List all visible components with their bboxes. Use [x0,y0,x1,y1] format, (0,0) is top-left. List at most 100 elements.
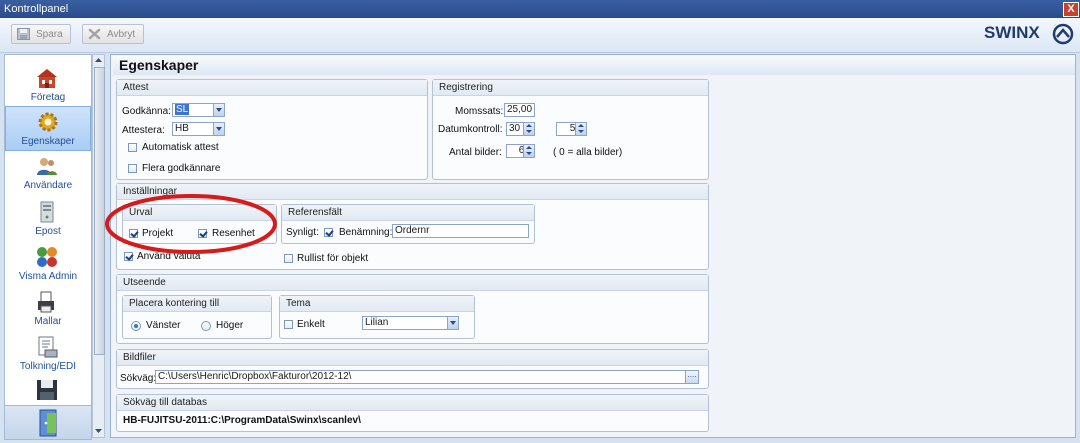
sidebar-item-save-db[interactable] [5,375,91,400]
sokvag-value: C:\Users\Henric\Dropbox\Fakturor\2012-12… [158,371,352,382]
printer-icon [38,291,54,313]
attestera-value: HB [175,123,189,134]
godkanna-label: Godkänna: [122,106,171,117]
window-titlebar: Kontrollpanel [0,0,1080,18]
antal-bilder-hint: ( 0 = alla bilder) [553,147,623,158]
save-button[interactable]: Spara [11,24,71,44]
registrering-group: Registrering Momssats: 25,00 Datumkontro… [432,79,709,180]
enkelt-label: Enkelt [297,319,325,330]
attestera-select[interactable]: HB [172,122,225,136]
vanster-label: Vänster [146,320,181,331]
antal-bilder-label: Antal bilder: [449,147,502,158]
sidebar-footer [5,405,91,439]
scroll-down-arrow-icon[interactable] [95,428,102,434]
sidebar-item-label: Visma Admin [18,271,78,282]
chevron-down-icon[interactable] [447,317,458,329]
gear-icon [38,112,58,132]
attest-header: Attest [117,80,427,96]
datumkontroll-spinner-1[interactable]: 30 [506,122,535,136]
cancel-x-icon [88,28,101,40]
scroll-up-arrow-icon[interactable] [95,57,102,63]
momssats-label: Momssats: [455,106,504,117]
sidebar-item-tolkning-edi[interactable]: Tolkning/EDI [5,332,91,377]
sokvag-input[interactable]: C:\Users\Henric\Dropbox\Fakturor\2012-12… [155,370,699,384]
chevron-down-icon[interactable] [213,104,224,116]
sidebar-item-label: Tolkning/EDI [19,361,77,372]
flera-godkannare-label: Flera godkännare [142,163,221,174]
bildfiler-group: Bildfiler Sökväg: C:\Users\Henric\Dropbo… [116,349,709,389]
spinner-arrows-icon[interactable] [523,145,534,157]
benamning-input[interactable]: Ordernr [392,224,529,238]
databas-path: HB-FUJITSU-2011:C:\ProgramData\Swinx\sca… [123,415,361,426]
rullist-label: Rullist för objekt [297,253,369,264]
datumkontroll-spinner-2[interactable]: 5 [556,122,587,136]
tema-group: Tema Enkelt Lilian [279,295,475,339]
datumkontroll-value-1: 30 [509,123,521,134]
referensfalt-group: Referensfält Synligt: Benämning: Ordernr [281,204,535,244]
spinner-arrows-icon[interactable] [523,123,534,135]
sidebar-item-foretag[interactable]: Företag [5,63,91,108]
page-title: Egenskaper [113,56,1075,75]
enkelt-checkbox[interactable] [284,320,293,329]
cancel-button-label: Avbryt [107,29,136,40]
currency-coins-icon [37,247,57,267]
exit-door-icon[interactable] [38,409,60,437]
highlight-ellipse-annotation [105,194,277,254]
utseende-header: Utseende [117,275,708,291]
registrering-header: Registrering [433,80,708,96]
tema-select[interactable]: Lilian [362,316,459,330]
sidebar-item-epost[interactable]: Epost [5,197,91,242]
building-icon [37,69,57,88]
godkanna-value: SL [175,104,190,115]
document-scan-icon [38,336,58,358]
synligt-label: Synligt: [286,227,319,238]
attest-group: Attest Godkänna: SL Attestera: HB Automa… [116,79,428,180]
rullist-checkbox[interactable] [284,254,293,263]
swinx-logo-icon [1052,23,1074,45]
automatisk-attest-label: Automatisk attest [142,142,219,153]
sidebar: Företag Egenskaper Användare Epost Visma… [4,54,92,440]
benamning-label: Benämning: [339,227,393,238]
users-icon [37,158,57,175]
sidebar-item-label: Mallar [34,316,62,327]
databas-group: Sökväg till databas HB-FUJITSU-2011:C:\P… [116,394,709,432]
window-title: Kontrollpanel [4,3,69,15]
floppy-disk-icon [17,28,30,40]
spinner-arrows-icon[interactable] [575,123,586,135]
automatisk-attest-checkbox[interactable] [128,143,137,152]
godkanna-select[interactable]: SL [172,103,225,117]
hoger-label: Höger [216,320,244,331]
tema-value: Lilian [365,317,389,328]
chevron-down-icon[interactable] [213,123,224,135]
datumkontroll-label: Datumkontroll: [438,124,503,135]
sidebar-item-visma-admin[interactable]: Visma Admin [5,242,91,287]
utseende-group: Utseende Placera kontering till Vänster … [116,274,709,344]
sidebar-item-label: Användare [23,180,73,191]
tema-header: Tema [280,296,474,312]
sidebar-item-anvandare[interactable]: Användare [5,151,91,196]
close-button[interactable]: X [1063,2,1079,17]
bildfiler-header: Bildfiler [117,350,708,366]
sidebar-item-mallar[interactable]: Mallar [5,287,91,332]
antal-bilder-spinner[interactable]: 6 [506,144,535,158]
flera-godkannare-checkbox[interactable] [128,164,137,173]
browse-ellipsis-button[interactable]: .... [685,371,698,383]
cancel-button[interactable]: Avbryt [82,24,144,44]
sidebar-item-label: Företag [30,92,66,103]
placera-kontering-header: Placera kontering till [123,296,271,312]
swinx-logo: SWINX [984,23,1074,47]
hoger-radio[interactable] [201,321,211,331]
momssats-input[interactable]: 25,00 [504,103,535,117]
server-icon [40,201,54,223]
synligt-checkbox[interactable] [324,228,333,237]
attestera-label: Attestera: [122,125,165,136]
databas-header: Sökväg till databas [117,395,708,411]
referensfalt-header: Referensfält [282,205,534,221]
vanster-radio[interactable] [131,321,141,331]
sidebar-item-label: Egenskaper [21,136,75,147]
logo-text: SWINX [984,23,1040,42]
sidebar-item-egenskaper[interactable]: Egenskaper [5,106,91,151]
toolbar [0,18,1080,53]
placera-kontering-group: Placera kontering till Vänster Höger [122,295,272,339]
save-button-label: Spara [36,29,63,40]
